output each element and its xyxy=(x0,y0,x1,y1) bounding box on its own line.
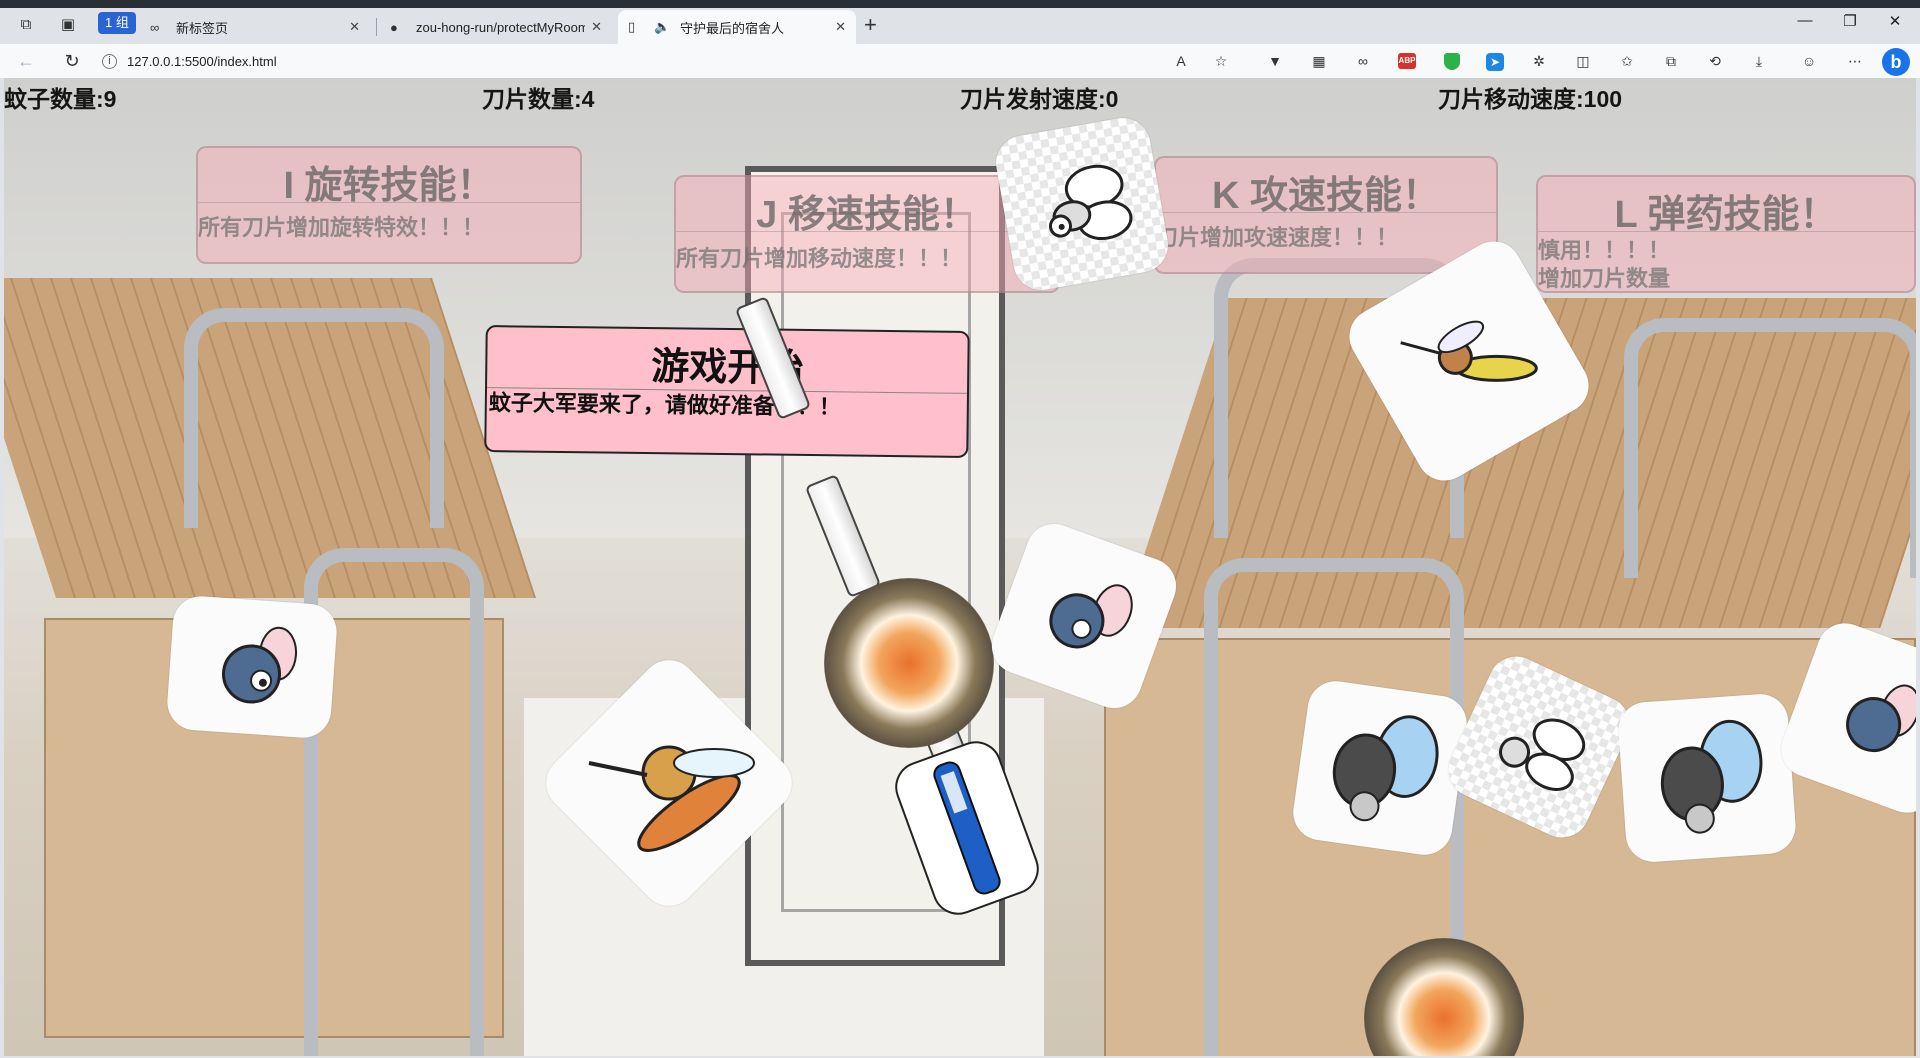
url-text: 127.0.0.1:5500/index.html xyxy=(127,53,277,69)
infinity-ext-icon[interactable]: ∞ xyxy=(1352,51,1374,71)
close-icon[interactable]: ✕ xyxy=(835,19,846,35)
tab-title: 新标签页 xyxy=(176,20,229,36)
skill-divider xyxy=(1156,212,1496,213)
address-bar: ← ↻ i 127.0.0.1:5500/index.html A ☆ ▼ ▦ … xyxy=(0,44,1920,78)
skill-desc: 增加刀片数量 xyxy=(1538,266,1671,291)
fly-icon xyxy=(222,626,298,704)
blade-count: 刀片数量:4 xyxy=(482,86,595,112)
url-field[interactable]: i 127.0.0.1:5500/index.html xyxy=(102,47,1252,75)
tab-github[interactable]: ● zou-hong-run/protectMyRoom ✕ xyxy=(380,10,612,44)
skill-title: L 弹药技能！ xyxy=(1614,194,1838,236)
skill-divider xyxy=(676,231,1058,232)
close-icon[interactable]: ✕ xyxy=(591,19,602,35)
copilot-icon[interactable]: b xyxy=(1882,48,1910,76)
extensions-puzzle-icon[interactable]: ✲ xyxy=(1528,51,1550,71)
split-screen-icon[interactable]: ◫ xyxy=(1572,51,1594,71)
fly-enemy[interactable] xyxy=(991,113,1173,295)
skill-card-rotate[interactable]: I 旋转技能！ 所有刀片增加旋转特效！！！ xyxy=(196,146,582,264)
collections-icon[interactable]: ⧉ xyxy=(1660,51,1682,71)
page-icon: ▯ xyxy=(628,19,636,34)
read-aloud-icon[interactable]: A xyxy=(1170,51,1192,71)
fly-enemy[interactable] xyxy=(165,594,339,740)
download-icon[interactable]: ⤓ xyxy=(1748,51,1770,71)
housefly-icon xyxy=(1660,719,1763,834)
skill-desc: 所有刀片增加移动速度！！！ xyxy=(676,246,963,271)
skill-title: K 攻速技能！ xyxy=(1211,175,1440,217)
tab-game[interactable]: ▯ 🔈 守护最后的宿舍人 ✕ xyxy=(618,10,856,44)
tab-title: zou-hong-run/protectMyRoom xyxy=(416,19,586,35)
fly-icon xyxy=(1499,718,1586,791)
back-icon[interactable]: ← xyxy=(14,49,38,73)
extension-v-icon[interactable]: ▼ xyxy=(1264,51,1286,71)
fire-speed: 刀片发射速度:0 xyxy=(960,86,1119,112)
tab-divider xyxy=(376,18,377,36)
start-title: 游戏开始 xyxy=(651,346,804,390)
explosion xyxy=(824,578,994,748)
housefly-icon xyxy=(1332,715,1439,822)
info-icon[interactable]: i xyxy=(102,53,117,69)
extension-grid-icon[interactable]: ▦ xyxy=(1308,51,1330,71)
fly-icon xyxy=(1846,684,1916,753)
angry-mosquito-icon xyxy=(588,745,755,852)
game-start-card[interactable]: 游戏开始 蚊子大军要来了，请做好准备！！！ xyxy=(484,325,970,458)
minimize-button[interactable]: — xyxy=(1790,12,1820,29)
infinity-icon: ∞ xyxy=(150,19,160,35)
skill-desc: 所有刀片增加旋转特效！！！ xyxy=(198,215,485,240)
tab-group-badge[interactable]: 1 组 xyxy=(98,12,136,34)
profile-icon[interactable]: ☺ xyxy=(1798,51,1820,71)
tab-newtab[interactable]: ∞ 新标签页 ✕ xyxy=(140,10,370,44)
close-window-button[interactable]: ✕ xyxy=(1880,12,1910,30)
fly-icon xyxy=(1049,164,1133,241)
skill-divider xyxy=(198,202,580,203)
send-icon[interactable]: ➤ xyxy=(1486,53,1504,71)
speaker-icon[interactable]: 🔈 xyxy=(654,19,672,35)
skill-desc: 刀片增加攻速速度！！！ xyxy=(1156,225,1399,250)
far-right-bed-rail xyxy=(1624,318,1916,578)
skill-card-attack-speed[interactable]: K 攻速技能！ 刀片增加攻速速度！！！ xyxy=(1154,156,1498,274)
housefly-enemy[interactable] xyxy=(1616,692,1798,864)
mosquito-count: 蚊子数量:9 xyxy=(4,86,117,112)
tab-strip: ⧉ ▣ 1 组 ∞ 新标签页 ✕ ● zou-hong-run/protectM… xyxy=(0,0,1920,44)
github-icon: ● xyxy=(390,19,398,35)
favorites-icon[interactable]: ✩ xyxy=(1616,51,1638,71)
title-strip xyxy=(0,0,1920,8)
skill-title: I 旋转技能！ xyxy=(283,165,495,207)
history-icon[interactable]: ⟲ xyxy=(1704,51,1726,71)
adblock-icon[interactable]: ABP xyxy=(1398,53,1416,69)
housefly-enemy[interactable] xyxy=(1289,677,1471,859)
tab-title: 守护最后的宿舍人 xyxy=(680,20,785,36)
left-bed-rail xyxy=(184,308,444,528)
move-speed: 刀片移动速度:100 xyxy=(1438,86,1623,112)
more-menu-icon[interactable]: ⋯ xyxy=(1844,51,1866,71)
skill-divider xyxy=(1538,231,1914,232)
fly-icon xyxy=(1049,584,1133,649)
favorite-star-icon[interactable]: ☆ xyxy=(1210,51,1232,71)
new-tab-button[interactable]: + xyxy=(864,12,877,38)
close-icon[interactable]: ✕ xyxy=(349,19,360,35)
shield-icon[interactable] xyxy=(1444,53,1460,70)
game-area[interactable]: 蚊子数量:9 刀片数量:4 刀片发射速度:0 刀片移动速度:100 I 旋转技能… xyxy=(4,78,1916,1056)
tab-actions-icon[interactable]: ▣ xyxy=(56,12,80,36)
restore-button[interactable]: ❐ xyxy=(1835,12,1865,30)
workspaces-icon[interactable]: ⧉ xyxy=(14,12,38,36)
refresh-icon[interactable]: ↻ xyxy=(60,49,84,73)
skill-card-ammo[interactable]: L 弹药技能！ 慎用！！！！ 增加刀片数量 xyxy=(1536,175,1916,293)
